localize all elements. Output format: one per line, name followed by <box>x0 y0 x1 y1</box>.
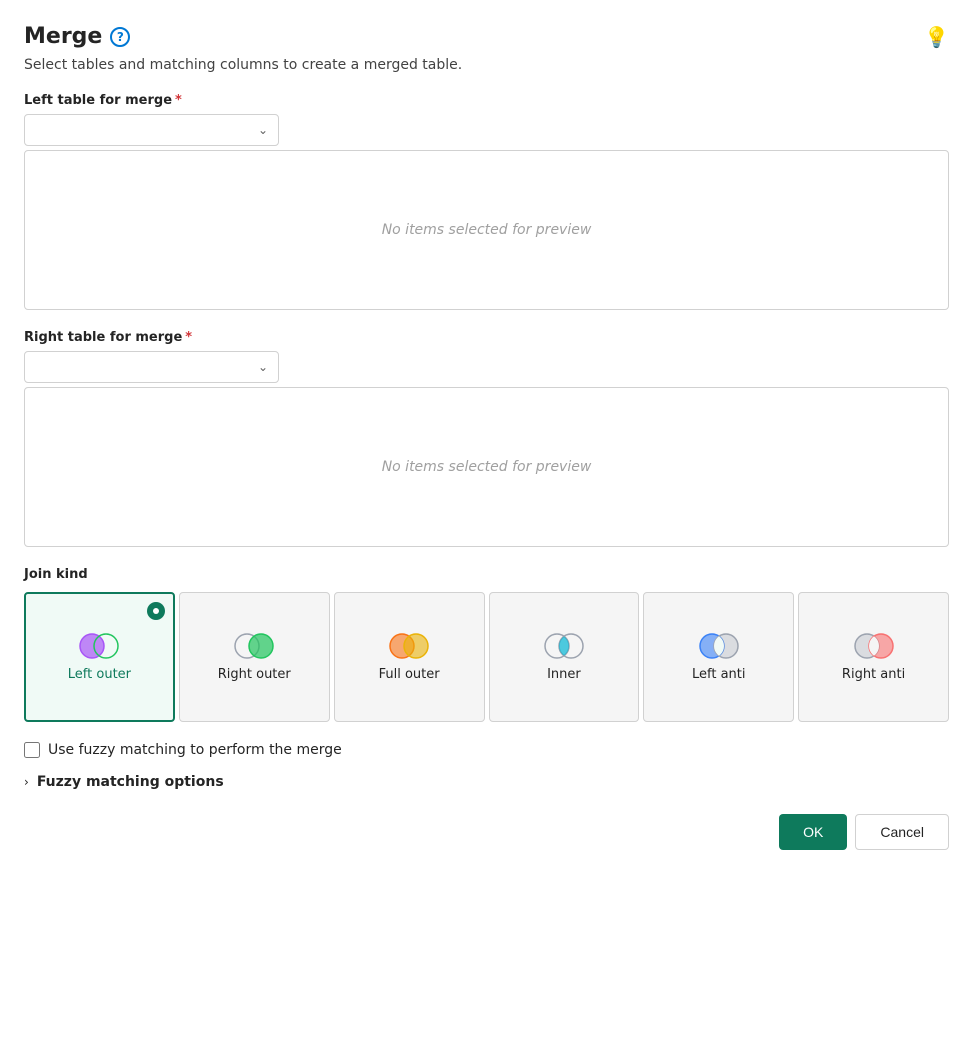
join-option-inner[interactable]: Inner <box>489 592 640 722</box>
subtitle: Select tables and matching columns to cr… <box>24 57 949 73</box>
join-option-left-anti[interactable]: Left anti <box>643 592 794 722</box>
left-outer-icon <box>74 631 124 661</box>
right-table-label: Right table for merge* <box>24 330 949 345</box>
right-outer-icon <box>229 631 279 661</box>
full-outer-icon <box>384 631 434 661</box>
join-kind-label: Join kind <box>24 567 949 582</box>
join-option-left-outer-label: Left outer <box>68 667 131 684</box>
join-option-inner-label: Inner <box>547 667 581 684</box>
page-title: Merge <box>24 24 102 49</box>
ok-button[interactable]: OK <box>779 814 847 850</box>
join-option-right-outer[interactable]: Right outer <box>179 592 330 722</box>
join-option-left-anti-label: Left anti <box>692 667 746 684</box>
right-table-dropdown[interactable]: ⌄ <box>24 351 279 383</box>
inner-icon <box>539 631 589 661</box>
left-table-chevron-icon: ⌄ <box>258 123 268 137</box>
dialog-footer: OK Cancel <box>24 814 949 850</box>
left-table-dropdown[interactable]: ⌄ <box>24 114 279 146</box>
dialog-header: Merge ? 💡 <box>24 24 949 49</box>
right-table-preview-text: No items selected for preview <box>382 459 592 475</box>
cancel-button[interactable]: Cancel <box>855 814 949 850</box>
right-table-preview: No items selected for preview <box>24 387 949 547</box>
left-table-label: Left table for merge* <box>24 93 949 108</box>
fuzzy-options-row[interactable]: › Fuzzy matching options <box>24 774 949 790</box>
left-table-preview-text: No items selected for preview <box>382 222 592 238</box>
fuzzy-checkbox-label[interactable]: Use fuzzy matching to perform the merge <box>48 742 342 758</box>
left-anti-icon <box>694 631 744 661</box>
join-option-full-outer[interactable]: Full outer <box>334 592 485 722</box>
selected-indicator <box>147 602 165 620</box>
join-kind-options: Left outer Right outer Full outer Inner <box>24 592 949 722</box>
join-option-right-outer-label: Right outer <box>218 667 291 684</box>
right-anti-icon <box>849 631 899 661</box>
title-row: Merge ? <box>24 24 130 49</box>
right-table-chevron-icon: ⌄ <box>258 360 268 374</box>
join-option-right-anti-label: Right anti <box>842 667 905 684</box>
join-option-full-outer-label: Full outer <box>379 667 440 684</box>
fuzzy-checkbox-row: Use fuzzy matching to perform the merge <box>24 742 949 758</box>
join-option-right-anti[interactable]: Right anti <box>798 592 949 722</box>
left-table-preview: No items selected for preview <box>24 150 949 310</box>
fuzzy-checkbox[interactable] <box>24 742 40 758</box>
join-option-left-outer[interactable]: Left outer <box>24 592 175 722</box>
chevron-right-icon: › <box>24 775 29 789</box>
help-icon[interactable]: ? <box>110 27 130 47</box>
fuzzy-options-label: Fuzzy matching options <box>37 774 224 790</box>
bulb-icon[interactable]: 💡 <box>924 25 949 49</box>
